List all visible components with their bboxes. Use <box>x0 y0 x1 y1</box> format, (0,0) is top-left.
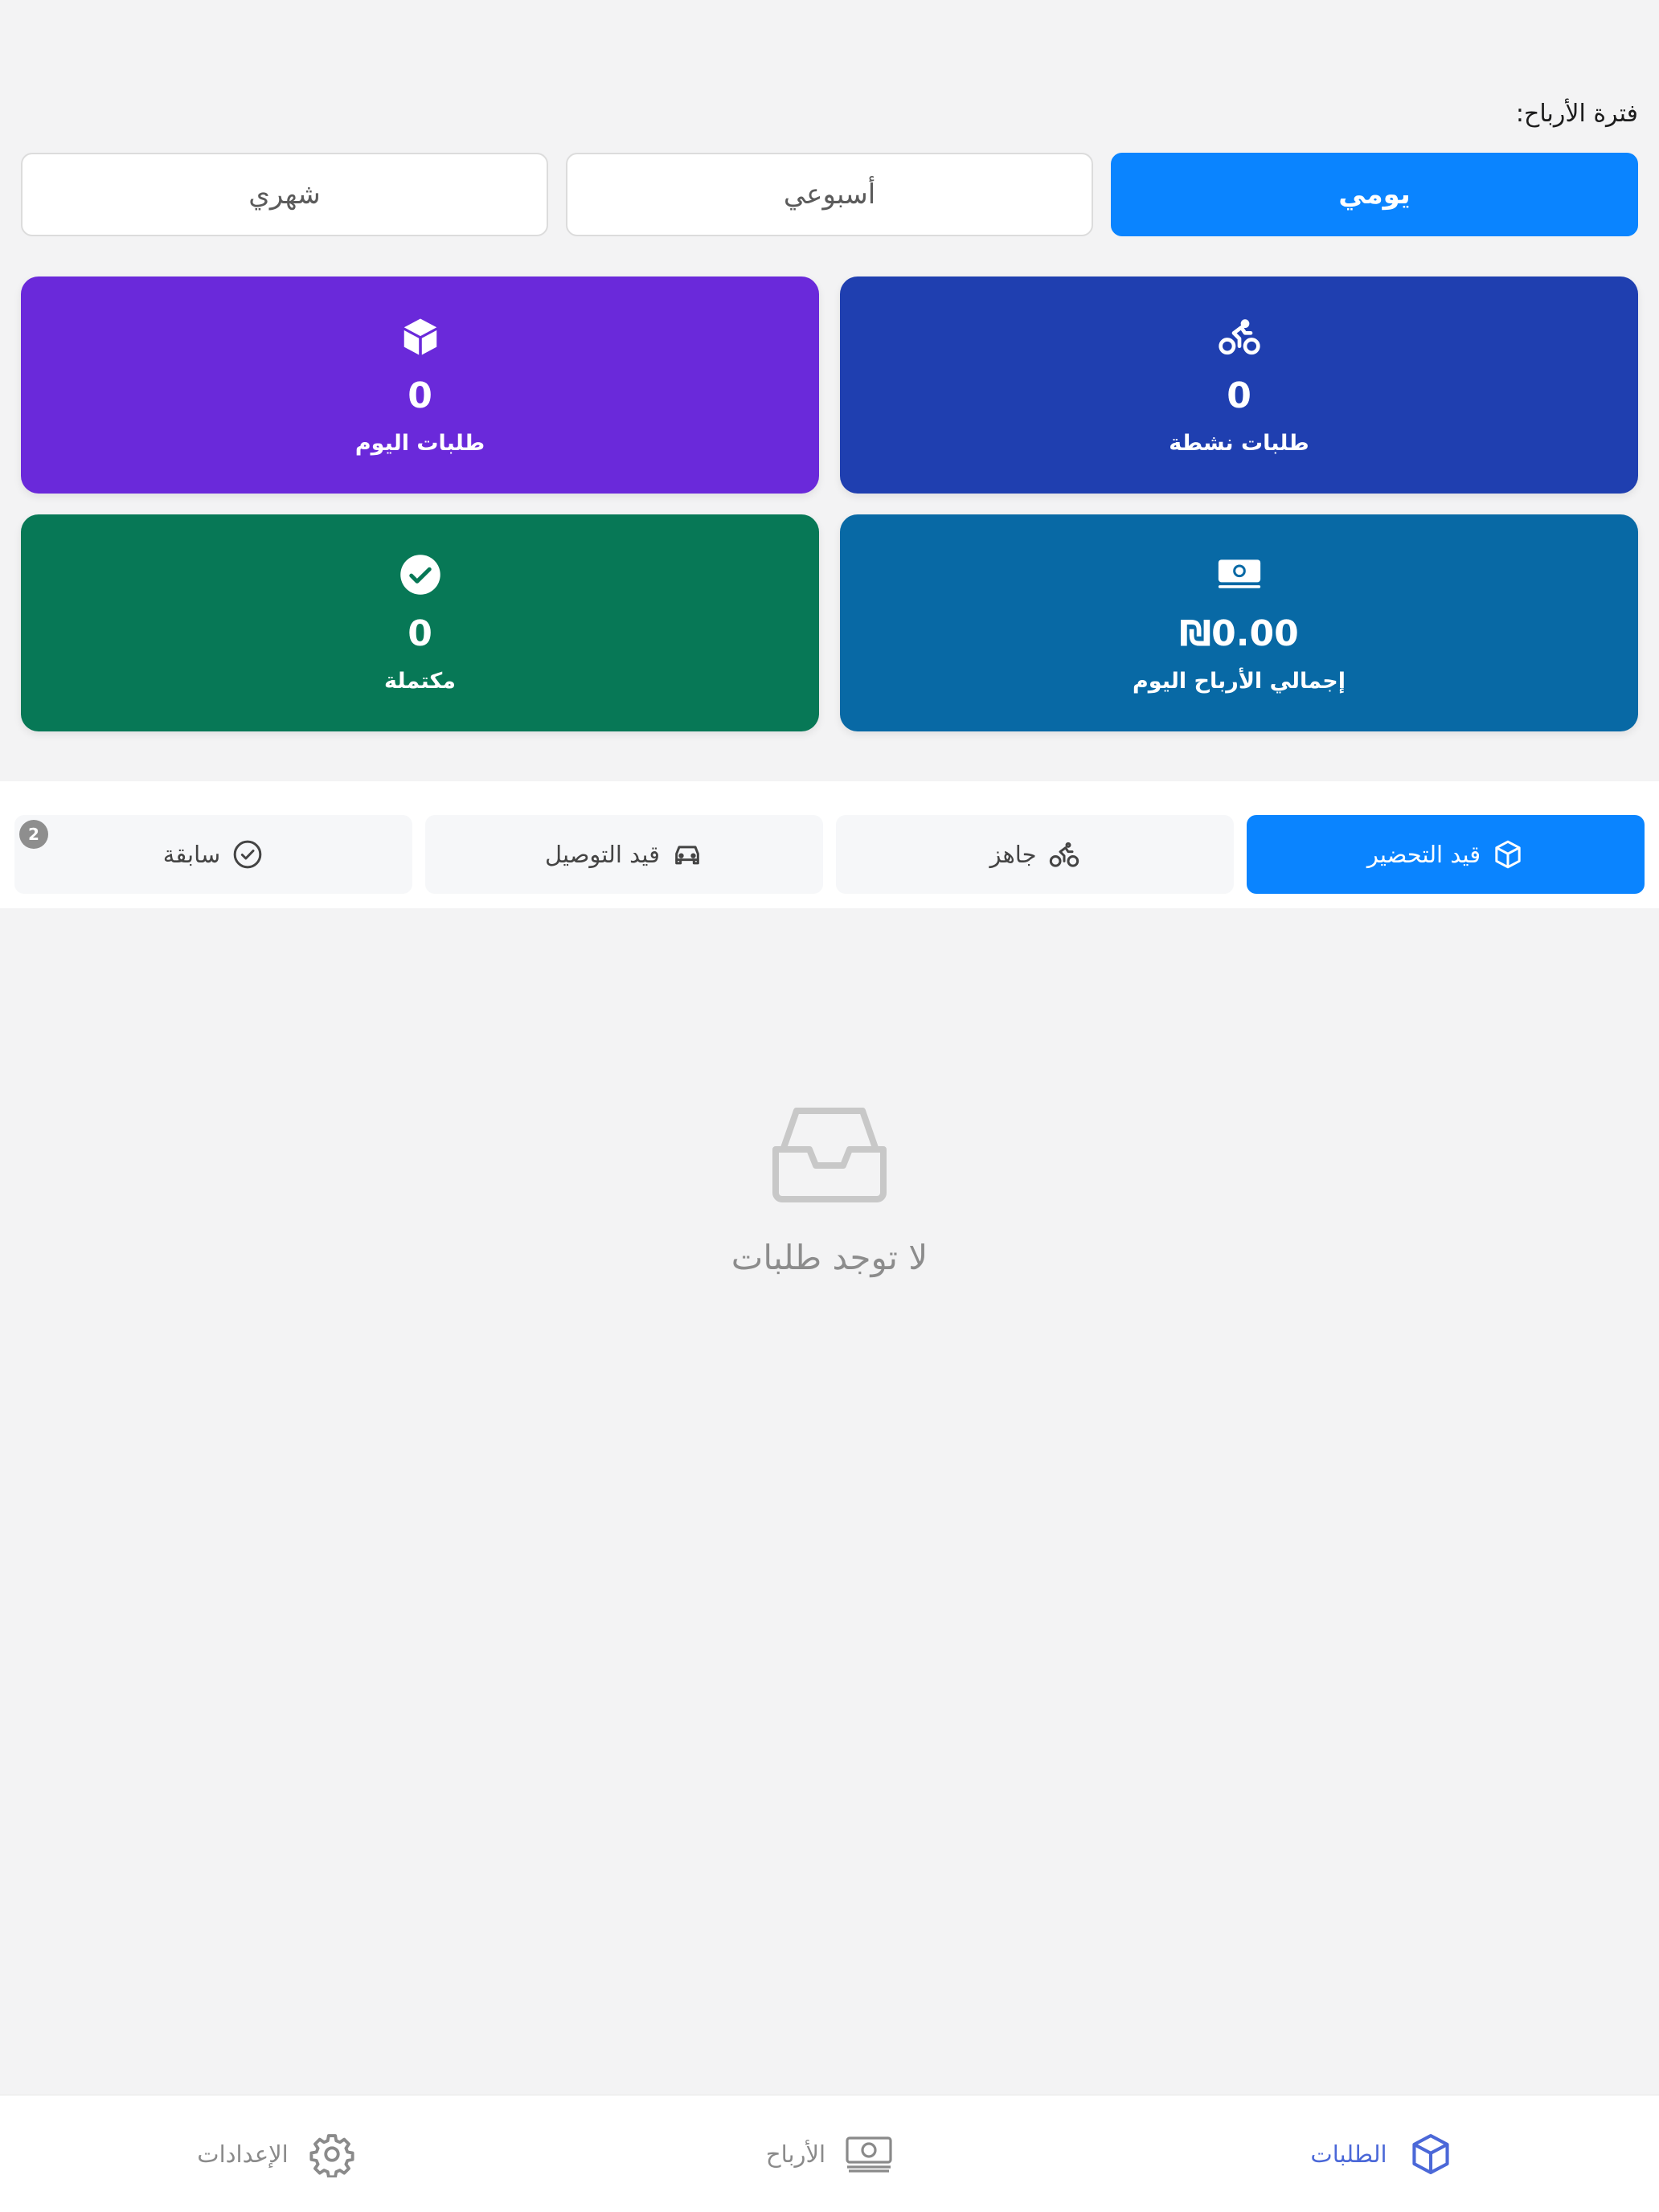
tab-previous[interactable]: سابقة 2 <box>14 815 412 894</box>
cube-icon <box>1407 2130 1455 2178</box>
tab-preparing[interactable]: قيد التحضير <box>1247 815 1645 894</box>
completed-card: 0 مكتملة <box>21 514 819 731</box>
today-earnings-card: ₪0.00 إجمالي الأرباح اليوم <box>840 514 1638 731</box>
today-earnings-value: ₪0.00 <box>1179 613 1299 654</box>
orders-tabs: قيد التحضير جاهز قيد التوصيل سابقة 2 <box>14 815 1645 894</box>
check-circle-icon <box>231 838 264 870</box>
cube-icon <box>398 314 443 359</box>
period-weekly-button[interactable]: أسبوعي <box>566 153 1093 236</box>
completed-value: 0 <box>408 613 432 654</box>
active-orders-card: 0 طلبات نشطة <box>840 276 1638 494</box>
today-orders-value: 0 <box>408 375 432 416</box>
money-icon <box>1217 552 1262 597</box>
period-monthly-button[interactable]: شهري <box>21 153 548 236</box>
period-selector: يومي أسبوعي شهري <box>21 153 1638 236</box>
bicycle-icon <box>1217 314 1262 359</box>
nav-orders[interactable]: الطلبات <box>1106 2095 1659 2212</box>
nav-settings-label: الإعدادات <box>197 2140 289 2168</box>
today-orders-label: طلبات اليوم <box>354 431 485 456</box>
nav-orders-label: الطلبات <box>1310 2140 1387 2168</box>
active-orders-label: طلبات نشطة <box>1169 431 1309 456</box>
today-orders-card: 0 طلبات اليوم <box>21 276 819 494</box>
car-icon <box>671 838 703 870</box>
today-earnings-label: إجمالي الأرباح اليوم <box>1133 669 1346 694</box>
orders-tabs-bar: قيد التحضير جاهز قيد التوصيل سابقة 2 <box>0 781 1659 908</box>
tab-previous-label: سابقة <box>162 841 221 868</box>
active-orders-value: 0 <box>1227 375 1251 416</box>
inbox-icon <box>769 1101 890 1206</box>
empty-state-text: لا توجد طلبات <box>731 1238 928 1277</box>
tab-ready[interactable]: جاهز <box>836 815 1234 894</box>
previous-count-badge: 2 <box>19 820 48 849</box>
tab-delivering[interactable]: قيد التوصيل <box>425 815 823 894</box>
app-screen: فترة الأرباح: يومي أسبوعي شهري 0 طلبات ن… <box>0 0 1659 2212</box>
tab-delivering-label: قيد التوصيل <box>544 841 661 868</box>
nav-earnings-label: الأرباح <box>765 2140 826 2168</box>
check-circle-icon <box>398 552 443 597</box>
tab-ready-label: جاهز <box>989 841 1037 868</box>
period-label: فترة الأرباح: <box>1515 100 1638 128</box>
nav-earnings[interactable]: الأرباح <box>553 2095 1106 2212</box>
tab-preparing-label: قيد التحضير <box>1366 841 1481 868</box>
cube-icon <box>1492 838 1524 870</box>
gear-icon <box>308 2130 356 2178</box>
completed-label: مكتملة <box>384 669 456 694</box>
money-icon <box>845 2130 893 2178</box>
stats-grid: 0 طلبات نشطة 0 طلبات اليوم ₪0.00 إجمالي … <box>21 276 1638 731</box>
empty-state: لا توجد طلبات <box>0 1101 1659 1277</box>
nav-settings[interactable]: الإعدادات <box>0 2095 553 2212</box>
period-daily-button[interactable]: يومي <box>1111 153 1638 236</box>
bicycle-icon <box>1048 838 1080 870</box>
bottom-nav: الطلبات الأرباح الإعدادات <box>0 2095 1659 2212</box>
